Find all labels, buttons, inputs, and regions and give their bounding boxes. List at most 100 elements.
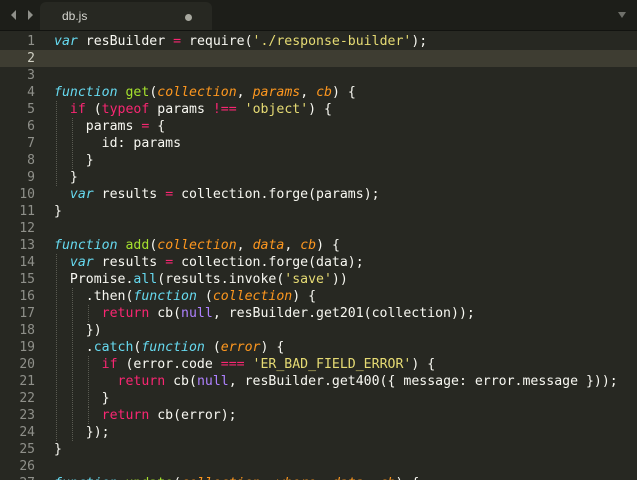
code-token: add xyxy=(125,238,150,253)
code-token: catch xyxy=(93,340,134,355)
code-token: (error.code xyxy=(117,357,221,372)
code-token: collection xyxy=(181,476,260,480)
code-line[interactable]: 15 Promise.all(results.invoke('save')) xyxy=(0,271,637,288)
code-text: .catch(function (error) { xyxy=(54,339,285,356)
code-line[interactable]: 21 return cb(null, resBuilder.get400({ m… xyxy=(0,373,637,390)
code-line[interactable]: 23 return cb(error); xyxy=(0,407,637,424)
code-text: return cb(null, resBuilder.get201(collec… xyxy=(54,305,475,322)
code-token: cb xyxy=(316,85,332,100)
code-token: collection xyxy=(212,289,293,304)
code-line[interactable]: 1 var resBuilder = require('./response-bu… xyxy=(0,33,637,50)
code-line[interactable]: 6 params = { xyxy=(0,118,637,135)
line-number: 26 xyxy=(19,459,35,474)
code-token: params xyxy=(252,85,301,100)
code-token: ( xyxy=(173,476,181,480)
chevron-right-icon[interactable] xyxy=(24,8,36,22)
code-token: , xyxy=(284,238,301,253)
code-line[interactable]: 11} xyxy=(0,203,637,220)
code-token: var xyxy=(69,187,94,202)
code-line[interactable]: 9 } xyxy=(0,169,637,186)
code-token: id: params xyxy=(54,136,182,151)
code-token: error xyxy=(220,340,261,355)
code-token: function xyxy=(133,289,197,304)
code-text: if (typeof params !== 'object') { xyxy=(54,101,332,118)
code-token: (results.invoke( xyxy=(157,272,285,287)
code-text: } xyxy=(54,441,62,458)
code-line[interactable]: 13 function add(collection, data, cb) { xyxy=(0,237,637,254)
code-text: } xyxy=(54,203,62,220)
code-line[interactable]: 7 id: params xyxy=(0,135,637,152)
code-token: ) { xyxy=(260,340,285,355)
code-line[interactable]: 17 return cb(null, resBuilder.get201(col… xyxy=(0,305,637,322)
code-line[interactable]: 24 }); xyxy=(0,424,637,441)
line-number: 22 xyxy=(19,391,35,406)
code-token: , xyxy=(300,85,317,100)
code-text: .then(function (collection) { xyxy=(54,288,316,305)
code-token: resBuilder xyxy=(77,34,174,49)
line-number: 5 xyxy=(27,102,35,117)
code-token: !== xyxy=(212,102,237,117)
line-number: 11 xyxy=(19,204,35,219)
code-token: ( xyxy=(204,340,221,355)
code-text: return cb(null, resBuilder.get400({ mess… xyxy=(54,373,618,390)
code-token: function xyxy=(54,476,118,480)
code-token: )) xyxy=(331,272,348,287)
line-number: 6 xyxy=(27,119,35,134)
code-token: } xyxy=(54,170,78,185)
code-token: collection.forge(data); xyxy=(173,255,364,270)
code-line[interactable]: 16 .then(function (collection) { xyxy=(0,288,637,305)
code-token: return xyxy=(101,306,150,321)
code-line[interactable]: 8 } xyxy=(0,152,637,169)
editor-window: db.js 1 var resBuilder = require('./respo… xyxy=(0,0,637,480)
tab-dropdown-icon[interactable] xyxy=(616,9,628,21)
code-line[interactable]: 22 } xyxy=(0,390,637,407)
code-token: function xyxy=(141,340,205,355)
indent-guide xyxy=(72,288,73,441)
chevron-left-icon[interactable] xyxy=(8,8,20,22)
code-line[interactable]: 19 .catch(function (error) { xyxy=(0,339,637,356)
line-number: 2 xyxy=(27,51,35,66)
code-token: null xyxy=(181,306,213,321)
code-text: } xyxy=(54,169,78,186)
code-token: if xyxy=(69,102,86,117)
code-line[interactable]: 2 xyxy=(0,50,637,67)
code-token: function xyxy=(54,238,118,253)
code-token: , xyxy=(364,476,380,480)
code-line[interactable]: 27 function update(collection, where, dat… xyxy=(0,475,637,480)
code-text: } xyxy=(54,390,110,407)
code-line[interactable]: 3 xyxy=(0,67,637,84)
code-token: ) { xyxy=(308,102,332,117)
code-line[interactable]: 4 function get(collection, params, cb) { xyxy=(0,84,637,101)
code-text: if (error.code === 'ER_BAD_FIELD_ERROR')… xyxy=(54,356,436,373)
code-text: var results = collection.forge(data); xyxy=(54,254,364,271)
code-line[interactable]: 26 xyxy=(0,458,637,475)
code-line[interactable]: 10 var results = collection.forge(params… xyxy=(0,186,637,203)
line-number: 18 xyxy=(19,323,35,338)
code-token: cb( xyxy=(149,306,182,321)
line-number: 25 xyxy=(19,442,35,457)
indent-guide xyxy=(88,356,89,407)
code-line[interactable]: 20 if (error.code === 'ER_BAD_FIELD_ERRO… xyxy=(0,356,637,373)
code-line[interactable]: 12 xyxy=(0,220,637,237)
code-token: collection.forge(params); xyxy=(173,187,380,202)
code-token: . xyxy=(54,340,94,355)
line-number: 14 xyxy=(19,255,35,270)
code-text: function update(collection, where, data,… xyxy=(54,475,419,480)
code-token: }); xyxy=(54,425,110,440)
indent-guide xyxy=(88,407,89,424)
code-editor[interactable]: 1 var resBuilder = require('./response-bu… xyxy=(0,31,637,480)
code-line[interactable]: 18 }) xyxy=(0,322,637,339)
unsaved-dot-icon[interactable] xyxy=(185,14,192,21)
tab-db-js[interactable]: db.js xyxy=(40,2,212,30)
line-number: 13 xyxy=(19,238,35,253)
code-line[interactable]: 14 var results = collection.forge(data); xyxy=(0,254,637,271)
code-line[interactable]: 5 if (typeof params !== 'object') { xyxy=(0,101,637,118)
code-token: , xyxy=(260,476,276,480)
code-line[interactable]: 25} xyxy=(0,441,637,458)
line-number: 1 xyxy=(27,34,35,49)
code-token: ); xyxy=(411,34,428,49)
code-token: collection xyxy=(157,85,237,100)
code-token: 'object' xyxy=(244,102,309,117)
